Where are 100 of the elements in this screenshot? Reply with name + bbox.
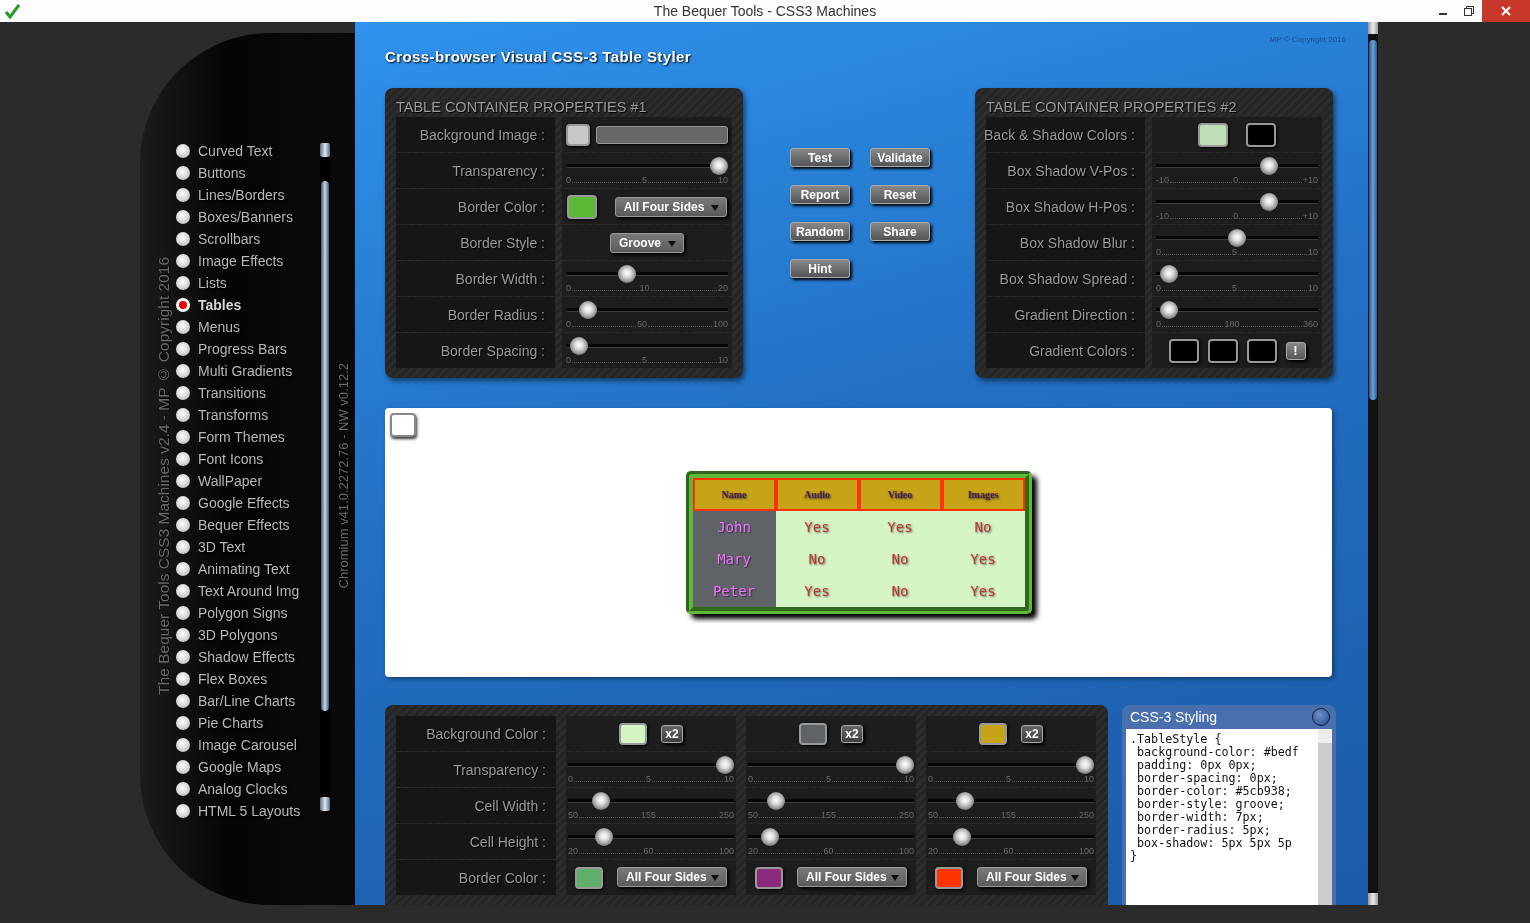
dropdown[interactable]: All Four Sides [614, 196, 728, 217]
action-button[interactable]: Random [790, 222, 850, 242]
sidebar-item[interactable]: Polygon Signs [176, 602, 318, 624]
double-button[interactable]: x2 [661, 724, 683, 743]
sidebar-item[interactable]: Font Icons [176, 448, 318, 470]
color-swatch[interactable] [1246, 122, 1276, 147]
color-swatch[interactable] [755, 867, 783, 889]
radio-button[interactable] [176, 584, 190, 598]
slider-thumb[interactable] [1076, 756, 1094, 774]
slider-track[interactable] [1156, 301, 1318, 320]
radio-button[interactable] [176, 166, 190, 180]
radio-button[interactable] [176, 694, 190, 708]
slider-track[interactable] [568, 756, 734, 774]
hint-button[interactable]: ! [1285, 341, 1306, 360]
circle-button[interactable] [1312, 708, 1330, 726]
slider-thumb[interactable] [896, 756, 914, 774]
color-swatch[interactable] [1168, 338, 1199, 363]
radio-button[interactable] [176, 716, 190, 730]
slider-thumb[interactable] [570, 337, 589, 356]
slider-track[interactable] [566, 265, 728, 284]
slider-thumb[interactable] [1160, 265, 1179, 284]
sidebar-item[interactable]: Analog Clocks [176, 778, 318, 800]
radio-button[interactable] [176, 672, 190, 686]
slider-track[interactable] [568, 828, 734, 846]
radio-button[interactable] [176, 562, 190, 576]
sidebar-item[interactable]: Pie Charts [176, 712, 318, 734]
slider-thumb[interactable] [716, 756, 734, 774]
sidebar-item[interactable]: 3D Text [176, 536, 318, 558]
slider-track[interactable] [928, 828, 1094, 846]
sidebar-item[interactable]: Lists [176, 272, 318, 294]
radio-button[interactable] [176, 628, 190, 642]
sidebar-item[interactable]: Buttons [176, 162, 318, 184]
sidebar-item[interactable]: Lines/Borders [176, 184, 318, 206]
scrollbar[interactable] [320, 143, 330, 811]
color-swatch[interactable] [979, 722, 1007, 745]
radio-button[interactable] [176, 540, 190, 554]
color-swatch[interactable] [799, 722, 827, 745]
radio-button[interactable] [176, 650, 190, 664]
slider-thumb[interactable] [767, 792, 786, 810]
radio-button[interactable] [176, 364, 190, 378]
radio-button[interactable] [176, 430, 190, 444]
dropdown[interactable]: All Four Sides [617, 867, 727, 887]
sidebar-item[interactable]: Animating Text [176, 558, 318, 580]
dropdown[interactable]: All Four Sides [977, 867, 1087, 887]
slider-track[interactable] [928, 756, 1094, 774]
radio-button[interactable] [176, 496, 190, 510]
slider-track[interactable] [566, 301, 728, 320]
sidebar-item[interactable]: Transforms [176, 404, 318, 426]
sidebar-item[interactable]: Image Carousel [176, 734, 318, 756]
action-button[interactable]: Validate [870, 148, 930, 168]
sidebar-item[interactable]: Progress Bars [176, 338, 318, 360]
slider-track[interactable] [568, 792, 734, 810]
radio-button[interactable] [176, 408, 190, 422]
slider-thumb[interactable] [591, 792, 610, 810]
sidebar-item[interactable]: Tables [176, 294, 318, 316]
scrollbar[interactable] [1368, 22, 1378, 905]
radio-button[interactable] [176, 804, 190, 818]
radio-button[interactable] [176, 320, 190, 334]
radio-button[interactable] [176, 386, 190, 400]
checkbox[interactable] [390, 413, 416, 438]
radio-button[interactable] [176, 276, 190, 290]
slider-track[interactable] [748, 828, 914, 846]
sidebar-item[interactable]: Multi Gradients [176, 360, 318, 382]
radio-button[interactable] [176, 452, 190, 466]
sidebar-item[interactable]: Transitions [176, 382, 318, 404]
radio-button[interactable] [176, 188, 190, 202]
sidebar-item[interactable]: 3D Polygons [176, 624, 318, 646]
image-bar[interactable] [596, 125, 728, 144]
sidebar-item[interactable]: HTML 5 Layouts [176, 800, 318, 822]
color-swatch[interactable] [566, 194, 597, 219]
sidebar-item[interactable]: Bar/Line Charts [176, 690, 318, 712]
sidebar-item[interactable]: Boxes/Banners [176, 206, 318, 228]
sidebar-item[interactable]: Curved Text [176, 140, 318, 162]
sidebar-item[interactable]: Form Themes [176, 426, 318, 448]
radio-button[interactable] [176, 144, 190, 158]
radio-button[interactable] [176, 760, 190, 774]
slider-thumb[interactable] [956, 792, 975, 810]
scrollbar[interactable] [1318, 729, 1332, 905]
radio-button[interactable] [176, 210, 190, 224]
color-swatch[interactable] [935, 867, 963, 889]
slider-thumb[interactable] [1259, 157, 1278, 176]
color-swatch[interactable] [1207, 338, 1238, 363]
sidebar-item[interactable]: Bequer Effects [176, 514, 318, 536]
slider-thumb[interactable] [1228, 229, 1246, 248]
radio-button[interactable] [176, 738, 190, 752]
color-swatch[interactable] [1246, 338, 1277, 363]
radio-button[interactable] [176, 606, 190, 620]
radio-button[interactable] [176, 782, 190, 796]
slider-track[interactable] [566, 337, 728, 356]
image-swatch[interactable] [566, 123, 590, 146]
slider-track[interactable] [1156, 229, 1318, 248]
sidebar-item[interactable]: Flex Boxes [176, 668, 318, 690]
action-button[interactable]: Test [790, 148, 850, 168]
double-button[interactable]: x2 [841, 724, 863, 743]
sidebar-item[interactable]: WallPaper [176, 470, 318, 492]
slider-thumb[interactable] [617, 265, 636, 284]
sidebar-item[interactable]: Scrollbars [176, 228, 318, 250]
slider-thumb[interactable] [710, 157, 728, 176]
slider-thumb[interactable] [578, 301, 597, 320]
radio-button[interactable] [176, 342, 190, 356]
